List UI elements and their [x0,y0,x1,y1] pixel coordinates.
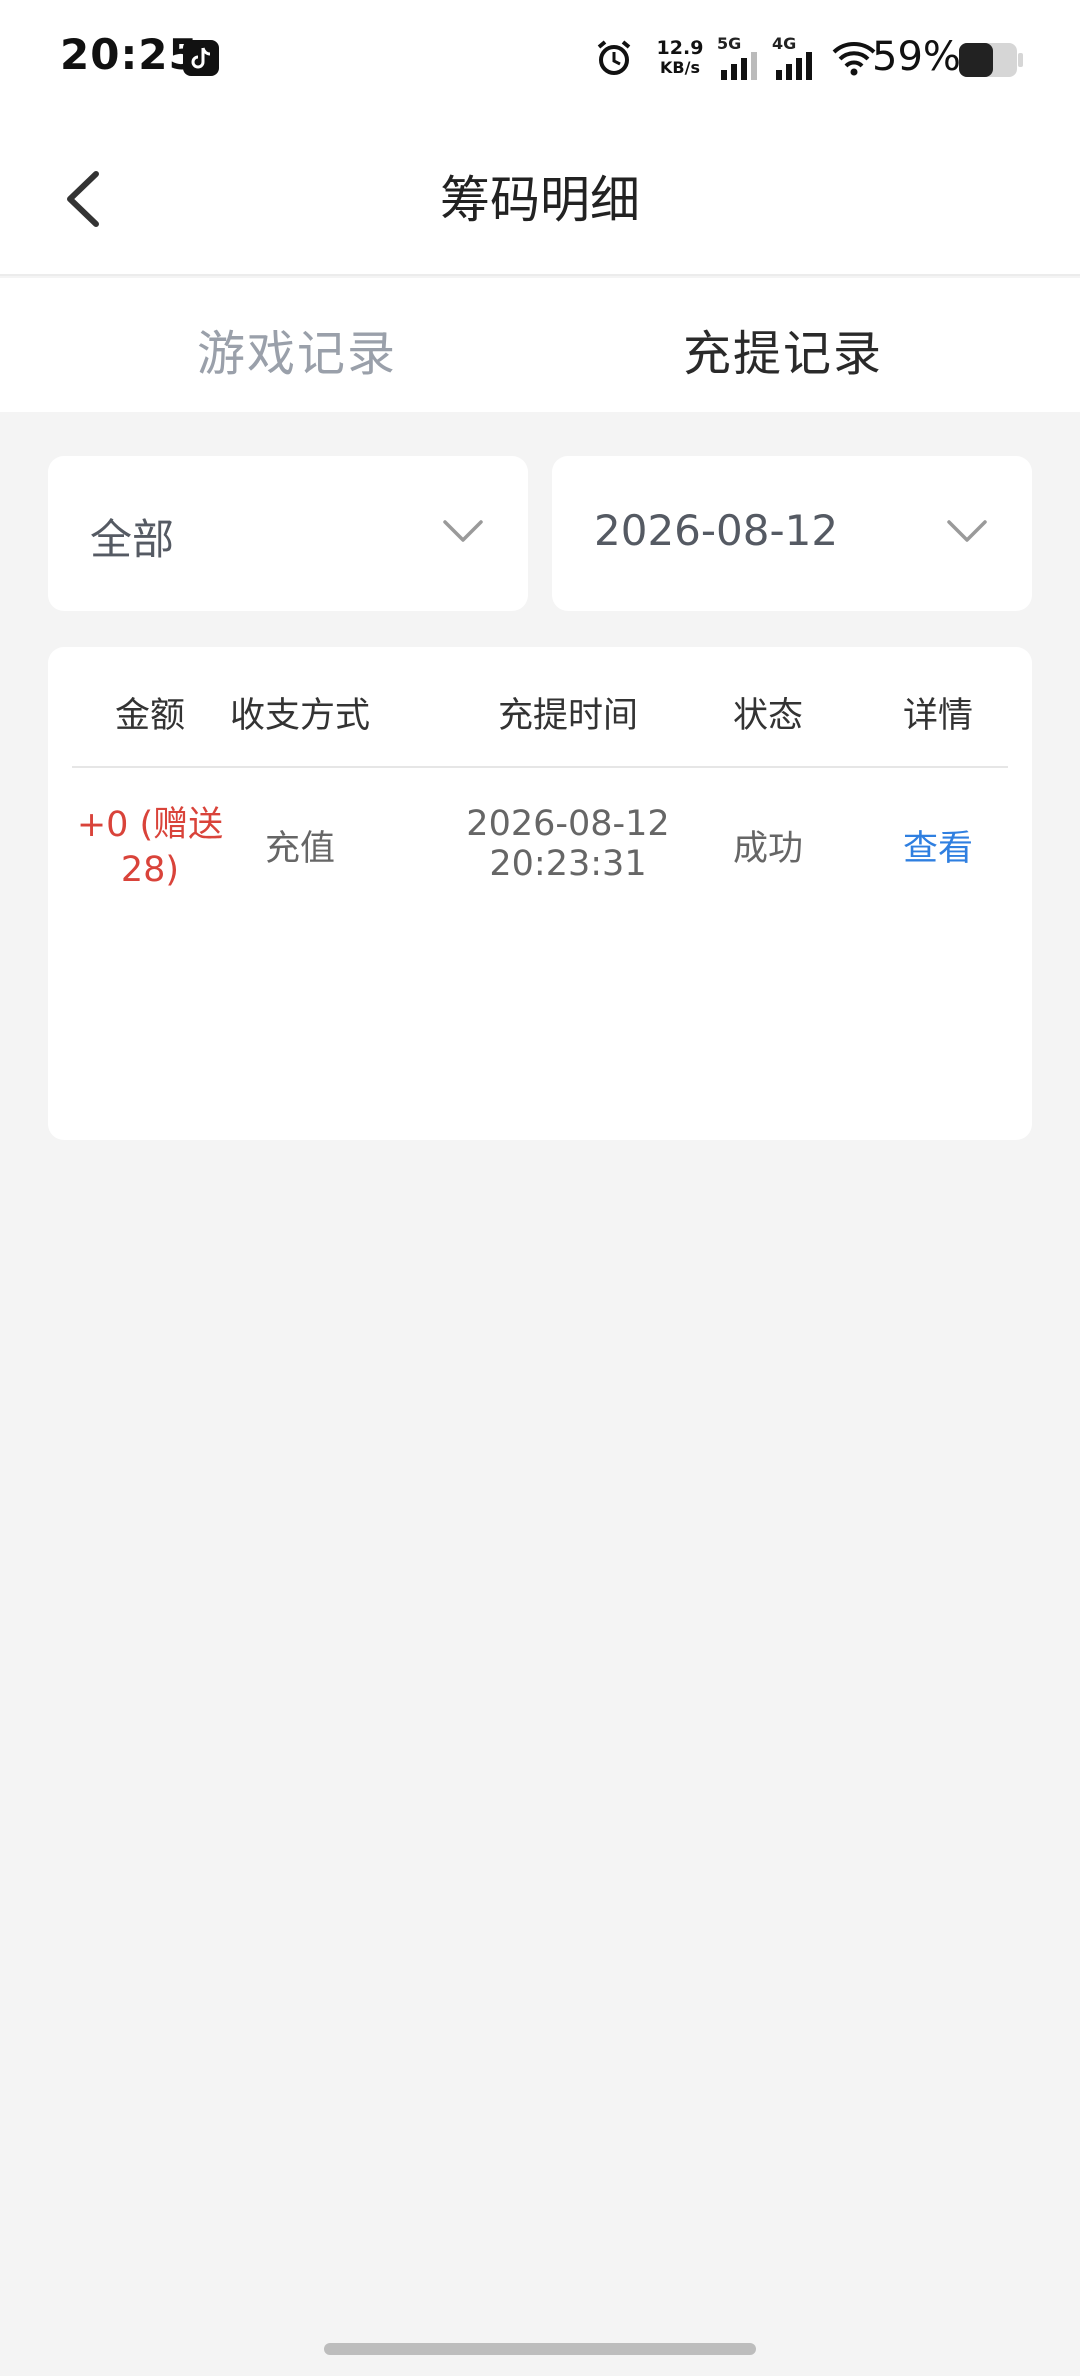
signal-4g-label: 4G [772,34,797,53]
net-speed-value: 12.9 [656,37,704,59]
home-indicator[interactable] [324,2343,756,2355]
signal-4g-icon: 4G [772,36,816,86]
net-speed-unit: KB/s [660,58,700,77]
record-tabs: 游戏记录 充提记录 [0,278,1080,412]
date-filter-dropdown[interactable]: 2026-08-12 [552,456,1032,611]
wifi-icon [832,40,876,80]
tiktok-notification-icon [183,40,219,76]
column-header-detail: 详情 [902,696,973,736]
type-filter-dropdown[interactable]: 全部 [48,456,528,611]
row-method: 充值 [264,829,335,869]
tab-game-records[interactable]: 游戏记录 [27,314,567,384]
battery-percent: 59% [872,34,961,80]
chevron-down-icon [442,518,484,548]
chevron-down-icon [946,518,988,548]
type-filter-value: 全部 [90,515,175,564]
view-detail-link[interactable]: 查看 [838,827,1038,872]
alarm-icon [594,38,634,82]
status-bar: 20:25 12.9 KB/s 5G 4G 59% [0,0,1080,120]
status-time: 20:25 [60,30,199,79]
network-speed: 12.9 KB/s [650,38,710,78]
tab-recharge-records[interactable]: 充提记录 [513,314,1053,384]
records-table: 金额 收支方式 充提时间 状态 详情 +0 (赠送 28) 充值 2026-08… [48,647,1032,1140]
date-filter-value: 2026-08-12 [594,506,839,555]
app-header: 筹码明细 [0,120,1080,276]
column-header-method: 收支方式 [229,696,370,736]
battery-icon [958,42,1024,82]
page-title: 筹码明细 [440,171,640,229]
signal-5g-label: 5G [717,34,742,53]
signal-5g-icon: 5G [717,36,761,86]
table-header-divider [72,766,1008,768]
